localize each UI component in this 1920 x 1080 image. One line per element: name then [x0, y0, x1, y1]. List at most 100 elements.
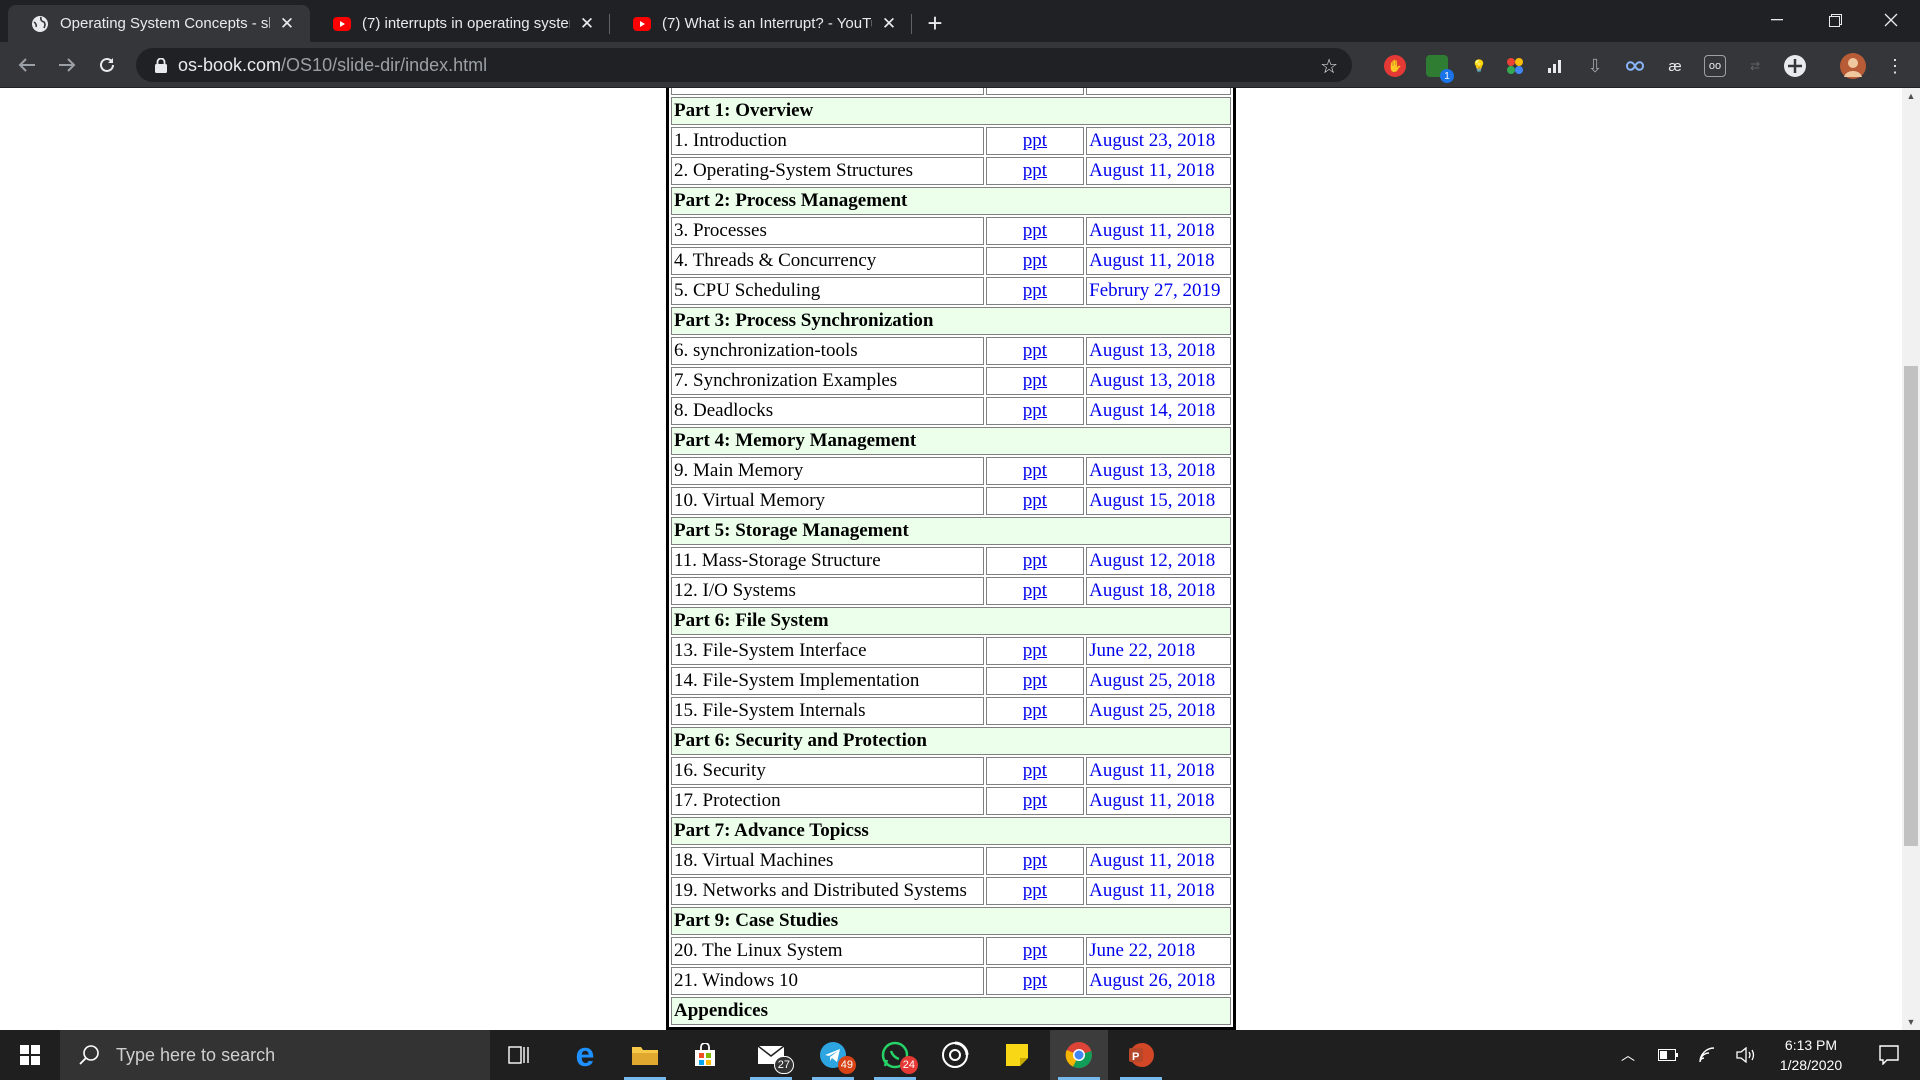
ppt-link[interactable]: ppt — [1023, 250, 1047, 271]
search-placeholder: Type here to search — [116, 1044, 276, 1065]
powerpoint-icon[interactable]: P — [1112, 1030, 1170, 1080]
table-cell — [1086, 88, 1231, 95]
battery-icon[interactable] — [1654, 1030, 1682, 1080]
scroll-down-arrow-icon[interactable]: ▼ — [1902, 1014, 1920, 1030]
part-header-row: Appendices — [671, 997, 1231, 1025]
edge-icon[interactable]: e — [556, 1030, 614, 1080]
minimize-button[interactable] — [1748, 0, 1806, 40]
bookmark-star-icon[interactable]: ☆ — [1320, 54, 1338, 79]
reader-extension-icon[interactable]: oo — [1704, 55, 1726, 77]
file-explorer-icon[interactable] — [616, 1030, 674, 1080]
ppt-cell: ppt — [985, 457, 1085, 485]
tab-what-is-an-interrupt[interactable]: (7) What is an Interrupt? - YouTub ✕ — [610, 5, 912, 42]
show-hidden-icons-chevron-up-icon[interactable]: ︿ — [1614, 1030, 1642, 1080]
taskbar-search-box[interactable]: Type here to search — [60, 1030, 490, 1080]
profile-avatar[interactable] — [1840, 53, 1866, 79]
updated-date: August 25, 2018 — [1086, 697, 1231, 725]
ppt-link[interactable]: ppt — [1023, 280, 1047, 301]
tab-title: (7) interrupts in operating system — [362, 15, 570, 32]
task-view-icon[interactable] — [490, 1030, 548, 1080]
telegram-icon[interactable]: 49 — [804, 1030, 862, 1080]
forward-button[interactable] — [52, 50, 82, 80]
chapter-row: 7. Synchronization Examples ppt August 13,… — [671, 367, 1231, 395]
microsoft-store-icon[interactable] — [676, 1030, 734, 1080]
restore-button[interactable] — [1806, 0, 1864, 40]
adblock-extension-icon[interactable]: ✋ — [1384, 55, 1406, 77]
tab-title: Operating System Concepts - slid — [60, 15, 270, 32]
ppt-link[interactable]: ppt — [1023, 580, 1047, 601]
updated-date: August 23, 2018 — [1086, 127, 1231, 155]
sheets-extension-icon[interactable]: 1 — [1426, 55, 1454, 83]
ppt-link[interactable]: ppt — [1023, 400, 1047, 421]
ppt-cell: ppt — [985, 487, 1085, 515]
close-tab-icon[interactable]: ✕ — [878, 13, 900, 35]
clock-date: 1/28/2020 — [1779, 1057, 1843, 1073]
mail-icon[interactable]: 27 — [742, 1030, 800, 1080]
ppt-link[interactable]: ppt — [1023, 790, 1047, 811]
ppt-link[interactable]: ppt — [1023, 970, 1047, 991]
ppt-link[interactable]: ppt — [1023, 700, 1047, 721]
updated-date: June 22, 2018 — [1086, 637, 1231, 665]
updated-date: August 18, 2018 — [1086, 577, 1231, 605]
translate-extension-icon[interactable]: ⇄ — [1744, 55, 1766, 77]
chapter-row: 10. Virtual Memory ppt August 15, 2018 — [671, 487, 1231, 515]
close-window-button[interactable] — [1862, 0, 1920, 40]
close-tab-icon[interactable]: ✕ — [276, 13, 298, 35]
sticky-notes-icon[interactable] — [988, 1030, 1046, 1080]
reload-button[interactable] — [92, 50, 122, 80]
url-path: /OS10/slide-dir/index.html — [281, 54, 488, 75]
ppt-link[interactable]: ppt — [1023, 880, 1047, 901]
page-scrollbar[interactable]: ▲ ▼ — [1902, 88, 1920, 1030]
back-button[interactable] — [12, 50, 42, 80]
signal-extension-icon[interactable] — [1544, 55, 1566, 77]
chapter-row: 21. Windows 10 ppt August 26, 2018 — [671, 967, 1231, 995]
action-center-icon[interactable] — [1864, 1030, 1914, 1080]
close-tab-icon[interactable]: ✕ — [576, 13, 598, 35]
tab-interrupts-in-operating-system[interactable]: (7) interrupts in operating system ✕ — [310, 5, 610, 42]
media-player-icon[interactable] — [926, 1030, 984, 1080]
google-extension-icon[interactable] — [1504, 55, 1526, 77]
ppt-link[interactable]: ppt — [1023, 760, 1047, 781]
volume-icon[interactable] — [1732, 1030, 1760, 1080]
part-header-row: Part 6: File System — [671, 607, 1231, 635]
whatsapp-icon[interactable]: 24 — [866, 1030, 924, 1080]
lock-icon[interactable] — [152, 56, 170, 74]
browser-tab-strip: Operating System Concepts - slid ✕ (7) i… — [0, 0, 1920, 42]
ppt-cell: ppt — [985, 967, 1085, 995]
part-header-row: Part 7: Advance Topicss — [671, 817, 1231, 845]
wifi-icon[interactable] — [1694, 1030, 1722, 1080]
address-bar[interactable]: os-book.com/OS10/slide-dir/index.html ☆ — [136, 48, 1352, 82]
more-menu-icon[interactable]: ⋮ — [1884, 55, 1906, 77]
ppt-link[interactable]: ppt — [1023, 220, 1047, 241]
taskbar-clock[interactable]: 6:13 PM 1/28/2020 — [1762, 1030, 1860, 1080]
ppt-link[interactable]: ppt — [1023, 460, 1047, 481]
ppt-link[interactable]: ppt — [1023, 850, 1047, 871]
chrome-icon[interactable] — [1050, 1030, 1108, 1080]
scrollbar-thumb[interactable] — [1904, 366, 1918, 846]
download-extension-icon[interactable]: ⇩ — [1584, 55, 1606, 77]
ppt-link[interactable]: ppt — [1023, 550, 1047, 571]
ppt-cell: ppt — [985, 637, 1085, 665]
ppt-link[interactable]: ppt — [1023, 490, 1047, 511]
tab-operating-system-concepts[interactable]: Operating System Concepts - slid ✕ — [8, 5, 310, 42]
bulb-extension-icon[interactable]: 💡 — [1468, 55, 1490, 77]
ppt-link[interactable]: ppt — [1023, 370, 1047, 391]
ppt-link[interactable]: ppt — [1023, 940, 1047, 961]
infinity-extension-icon[interactable] — [1624, 55, 1646, 77]
ppt-link[interactable]: ppt — [1023, 130, 1047, 151]
grid-extension-icon[interactable] — [1784, 55, 1806, 77]
updated-date: August 15, 2018 — [1086, 487, 1231, 515]
ppt-link[interactable]: ppt — [1023, 160, 1047, 181]
updated-date: August 11, 2018 — [1086, 157, 1231, 185]
new-tab-button[interactable]: + — [920, 8, 950, 38]
updated-date: August 14, 2018 — [1086, 397, 1231, 425]
dictionary-extension-icon[interactable]: æ — [1664, 55, 1686, 77]
part-header-row: Part 2: Process Management — [671, 187, 1231, 215]
chapter-row: 16. Security ppt August 11, 2018 — [671, 757, 1231, 785]
scroll-up-arrow-icon[interactable]: ▲ — [1902, 88, 1920, 104]
ppt-link[interactable]: ppt — [1023, 670, 1047, 691]
ppt-link[interactable]: ppt — [1023, 340, 1047, 361]
ppt-link[interactable]: ppt — [1023, 640, 1047, 661]
start-button[interactable] — [0, 1030, 60, 1080]
chapter-row: 5. CPU Scheduling ppt Februry 27, 2019 — [671, 277, 1231, 305]
